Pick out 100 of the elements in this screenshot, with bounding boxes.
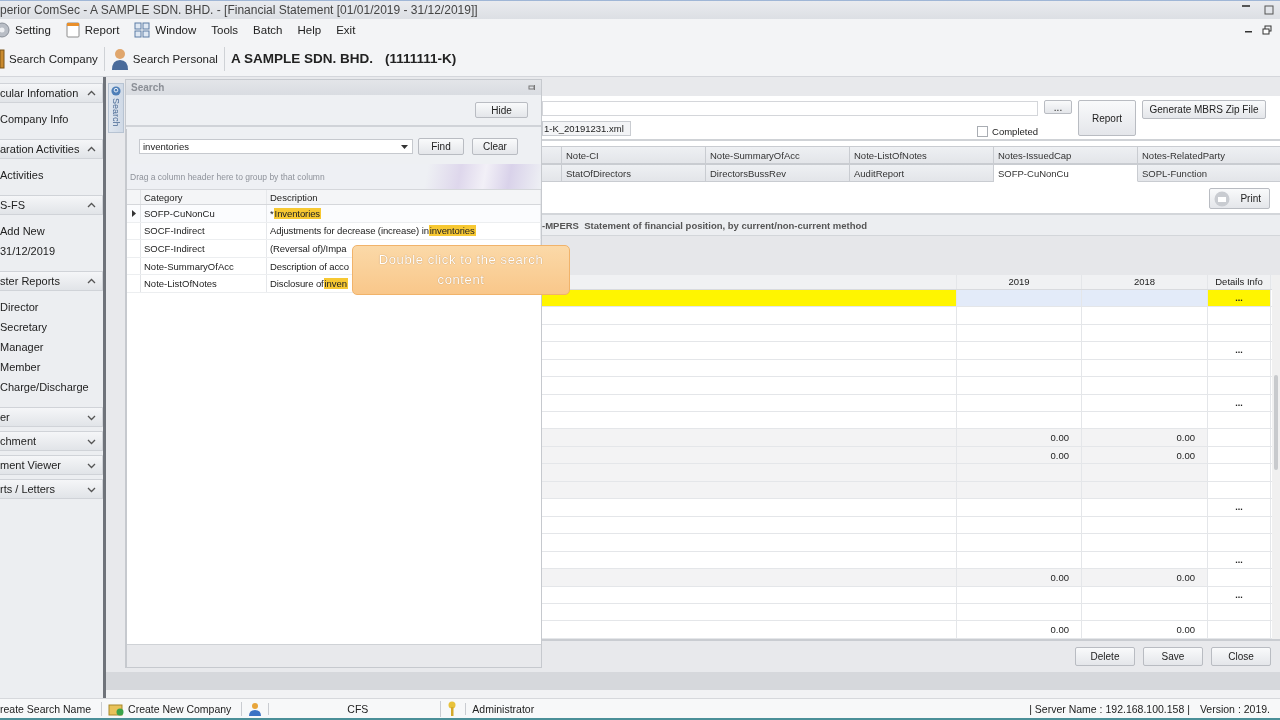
- table-cell: 0.00: [957, 621, 1082, 638]
- sidebar-group-header[interactable]: er: [0, 407, 103, 427]
- table-row[interactable]: [542, 464, 1272, 482]
- table-cell: Note-SummaryOfAcc: [141, 257, 267, 275]
- path-field[interactable]: [542, 101, 1038, 117]
- window-grid-icon: [134, 22, 151, 38]
- details-button[interactable]: ...: [1235, 555, 1243, 564]
- minimize-icon: [1242, 5, 1250, 7]
- menu-item[interactable]: Window: [134, 22, 206, 38]
- scrollbar[interactable]: [1272, 274, 1280, 639]
- table-row[interactable]: ...: [542, 586, 1272, 604]
- tab[interactable]: SOFP-CuNonCu: [994, 164, 1138, 183]
- tab[interactable]: Note-SummaryOfAcc: [706, 146, 850, 165]
- print-button[interactable]: Print: [1209, 188, 1270, 210]
- table-row[interactable]: [542, 516, 1272, 535]
- toolbar-button[interactable]: Search Personal: [110, 46, 225, 71]
- browse-button[interactable]: ...: [1044, 100, 1072, 115]
- column-header[interactable]: Details Info: [1208, 274, 1271, 289]
- tab[interactable]: SOPL-Function: [1138, 164, 1280, 183]
- table-cell: SOCF-Indirect: [141, 240, 267, 257]
- action-button[interactable]: Close: [1211, 646, 1271, 666]
- folder-add-icon: [108, 701, 125, 716]
- sidebar-group-header[interactable]: ment Viewer: [0, 455, 103, 475]
- hide-button[interactable]: Hide: [475, 102, 528, 118]
- scroll-thumb[interactable]: [1274, 374, 1278, 470]
- menu-item[interactable]: Tools: [211, 24, 248, 36]
- file-name-field[interactable]: 1-K_20191231.xml: [542, 121, 631, 137]
- tab[interactable]: Note-ListOfNotes: [850, 146, 994, 165]
- table-row[interactable]: [542, 377, 1272, 395]
- action-button[interactable]: Save: [1143, 646, 1203, 666]
- sidebar-group-header[interactable]: rts / Letters: [0, 479, 103, 499]
- details-button[interactable]: ...: [1235, 294, 1243, 302]
- panel-title: Search: [131, 82, 165, 93]
- menu-item[interactable]: Report: [65, 22, 129, 38]
- tab[interactable]: Note-CI: [562, 146, 706, 165]
- details-button[interactable]: ...: [1235, 503, 1243, 512]
- table-row[interactable]: ...: [542, 499, 1272, 517]
- sidebar-item[interactable]: Activities: [0, 169, 103, 181]
- table-cell: Adjustments for decrease (increase) ininventories: [267, 222, 541, 240]
- table-row[interactable]: [542, 307, 1272, 325]
- status-button[interactable]: Create New Company: [101, 701, 242, 716]
- menu-item[interactable]: Batch: [253, 24, 292, 36]
- table-row[interactable]: ...: [542, 394, 1272, 412]
- clear-button[interactable]: Clear: [472, 138, 518, 155]
- sidebar-item[interactable]: Secretary: [0, 321, 103, 333]
- action-button[interactable]: Delete: [1075, 646, 1135, 666]
- details-button[interactable]: ...: [1235, 346, 1243, 355]
- table-row[interactable]: [542, 359, 1272, 378]
- document-icon: [65, 22, 80, 38]
- sidebar-group-header[interactable]: aration Activities: [0, 139, 103, 159]
- tab[interactable]: Notes-RelatedParty: [1138, 146, 1280, 165]
- sidebar-group-header[interactable]: chment: [0, 431, 103, 451]
- sidebar-group-header[interactable]: ster Reports: [0, 271, 103, 291]
- table-row[interactable]: [542, 481, 1272, 500]
- tab[interactable]: StatOfDirectors: [562, 164, 706, 183]
- table-cell: SOFP-CuNonCu: [141, 205, 267, 222]
- window-title: perior ComSec - A SAMPLE SDN. BHD. - [Financial Statement [01/01/2019 - 31/12/2019]]: [0, 3, 478, 17]
- sidebar-item[interactable]: 31/12/2019: [0, 245, 103, 257]
- report-button[interactable]: Report: [1078, 100, 1136, 137]
- table-cell: 0.00: [957, 429, 1082, 446]
- table-cell: 0.00: [1082, 429, 1208, 446]
- sidebar-item[interactable]: Member: [0, 361, 103, 373]
- find-button[interactable]: Find: [418, 138, 464, 155]
- column-header[interactable]: 2019: [957, 274, 1082, 289]
- sidebar-group-header[interactable]: S-FS: [0, 195, 103, 215]
- generate-button[interactable]: Generate MBRS Zip File: [1142, 100, 1266, 120]
- column-header[interactable]: Description: [267, 190, 541, 204]
- table-row[interactable]: [542, 603, 1272, 622]
- menu-item[interactable]: Setting: [0, 22, 60, 38]
- menu-item[interactable]: Help: [297, 24, 331, 36]
- sidebar-item[interactable]: Charge/Discharge: [0, 381, 103, 393]
- search-field[interactable]: inventories: [139, 139, 413, 154]
- completed-checkbox[interactable]: [977, 126, 989, 138]
- table-row[interactable]: [542, 324, 1272, 343]
- printer-icon: [1214, 190, 1231, 207]
- tab[interactable]: Notes-IssuedCap: [994, 146, 1138, 165]
- column-header[interactable]: 2018: [1082, 274, 1208, 289]
- pin-icon: [528, 83, 536, 92]
- tab[interactable]: DirectorsBussRev: [706, 164, 850, 183]
- table-row[interactable]: ...: [542, 342, 1272, 360]
- table-row[interactable]: 0.00 0.00: [542, 621, 1272, 639]
- status-button[interactable]: reate Search Name: [0, 702, 102, 715]
- column-header[interactable]: Category: [141, 190, 267, 204]
- section-title: -MPERS Statement of financial position, by current/non-current method: [542, 213, 1280, 235]
- users-icon: [248, 701, 263, 716]
- menu-item[interactable]: Exit: [336, 24, 365, 36]
- search-side-tab[interactable]: Search: [108, 83, 124, 133]
- tab[interactable]: AuditReport: [850, 164, 994, 183]
- details-button[interactable]: ...: [1235, 590, 1243, 599]
- sidebar-item[interactable]: Company Info: [0, 113, 103, 125]
- sidebar-item[interactable]: Manager: [0, 341, 103, 353]
- details-button[interactable]: ...: [1235, 398, 1243, 407]
- sidebar-group-header[interactable]: cular Infomation: [0, 83, 103, 103]
- sidebar-item[interactable]: Add New: [0, 225, 103, 237]
- company-number: (1111111-K): [384, 51, 457, 66]
- toolbar-button[interactable]: Search Company: [0, 46, 105, 71]
- sidebar-item[interactable]: Director: [0, 301, 103, 313]
- status-text: CFS: [268, 702, 441, 715]
- person-icon: [110, 47, 129, 70]
- table-row[interactable]: [542, 534, 1272, 552]
